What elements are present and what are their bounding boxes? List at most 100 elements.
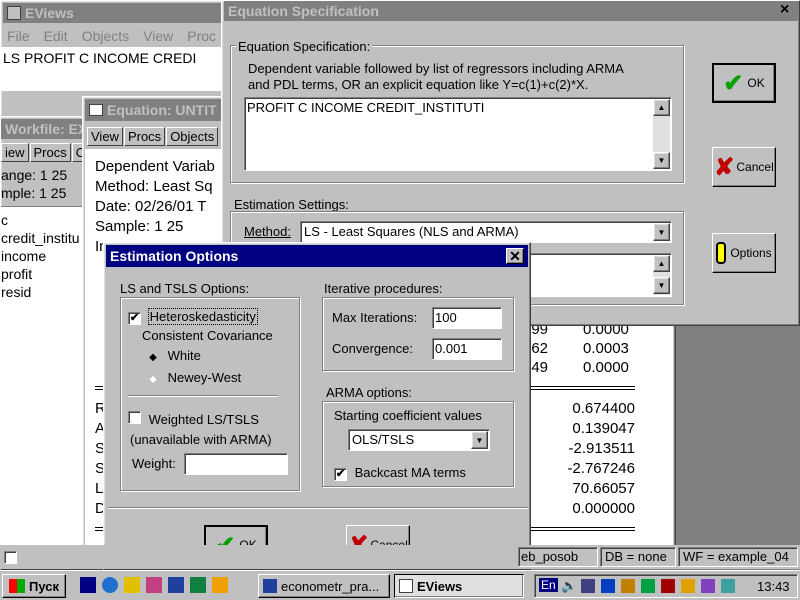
clock[interactable]: 13:43 bbox=[757, 579, 790, 594]
start-coef-value: OLS/TSLS bbox=[352, 432, 415, 447]
status-path: eb_posob bbox=[518, 547, 598, 567]
hetero-label: Heteroskedasticity bbox=[147, 308, 258, 325]
hetero-checkbox-row[interactable]: ✔ Heteroskedasticity bbox=[128, 308, 258, 325]
hetero-checkbox[interactable]: ✔ bbox=[128, 312, 141, 325]
scroll-down-icon[interactable]: ▼ bbox=[653, 152, 670, 169]
volume-icon[interactable]: 🔈 bbox=[561, 578, 577, 594]
method-select[interactable]: LS - Least Squares (NLS and ARMA) ▼ bbox=[300, 221, 672, 243]
tray-icon[interactable] bbox=[721, 579, 735, 593]
equation-text-area[interactable]: PROFIT C INCOME CREDIT_INSTITUTI ▲ ▼ bbox=[244, 97, 672, 171]
spec-cancel-button[interactable]: ✘ Cancel bbox=[712, 147, 776, 187]
stats-values: 0.674400 0.139047 -2.913511 -2.767246 70… bbox=[523, 399, 635, 519]
quicklaunch-icon[interactable] bbox=[124, 577, 140, 593]
newey-radio-row[interactable]: ◆ Newey-West bbox=[148, 370, 241, 385]
stat-value: -2.767246 bbox=[567, 460, 635, 477]
max-iter-input[interactable]: 100 bbox=[432, 307, 502, 329]
eviews-title: EViews bbox=[25, 5, 74, 21]
quicklaunch-icon[interactable] bbox=[212, 577, 228, 593]
white-radio-icon[interactable]: ◆ bbox=[148, 352, 158, 363]
eviews-icon bbox=[399, 579, 413, 593]
menu-edit[interactable]: Edit bbox=[44, 28, 68, 44]
object-resid[interactable]: resid bbox=[1, 283, 95, 301]
convergence-input[interactable]: 0.001 bbox=[432, 338, 502, 360]
tray-icon[interactable] bbox=[621, 579, 635, 593]
ls-separator bbox=[128, 395, 278, 397]
options-close-button[interactable]: ✕ bbox=[506, 248, 524, 264]
menu-view[interactable]: View bbox=[143, 28, 173, 44]
close-icon: ✕ bbox=[509, 247, 521, 264]
menu-file[interactable]: File bbox=[7, 28, 30, 44]
stat-value: -2.913511 bbox=[568, 440, 635, 457]
newey-radio-icon[interactable]: ◆ bbox=[148, 374, 158, 385]
weighted-checkbox[interactable] bbox=[128, 411, 141, 424]
stat-value: 70.66057 bbox=[572, 480, 635, 497]
workfile-title: Workfile: EX bbox=[5, 121, 88, 137]
workfile-sample: mple: 1 25 bbox=[1, 185, 67, 201]
workfile-range: ange: 1 25 bbox=[1, 167, 68, 183]
tray-icon[interactable] bbox=[601, 579, 615, 593]
cross-icon: ✘ bbox=[714, 153, 735, 181]
white-label: White bbox=[167, 348, 201, 363]
word-icon[interactable] bbox=[168, 577, 184, 593]
task-econometr[interactable]: econometr_pra... bbox=[258, 574, 390, 598]
tray-icon[interactable] bbox=[701, 579, 715, 593]
workfile-view-button[interactable]: iew bbox=[1, 143, 29, 162]
spec-close-icon[interactable]: × bbox=[780, 1, 789, 19]
excel-icon[interactable] bbox=[190, 577, 206, 593]
quicklaunch-icon[interactable] bbox=[80, 577, 96, 593]
spec-options-button[interactable]: Options bbox=[712, 233, 776, 273]
language-indicator[interactable]: En bbox=[539, 578, 558, 592]
equation-window-icon bbox=[89, 104, 103, 116]
scroll-down-icon[interactable]: ▼ bbox=[653, 277, 670, 294]
equation-objects-button[interactable]: Objects bbox=[166, 127, 219, 146]
windows-logo-icon bbox=[9, 579, 25, 593]
object-profit[interactable]: profit bbox=[1, 265, 95, 283]
convergence-label: Convergence: bbox=[332, 341, 413, 356]
chevron-down-icon[interactable]: ▼ bbox=[471, 431, 488, 449]
start-coef-label: Starting coefficient values bbox=[334, 408, 482, 423]
workfile-object-list[interactable]: c credit_institu income profit resid bbox=[1, 206, 95, 545]
ie-icon[interactable] bbox=[102, 577, 118, 593]
command-window[interactable]: LS PROFIT C INCOME CREDI bbox=[1, 47, 229, 91]
tray-icon[interactable] bbox=[581, 579, 595, 593]
status-db: DB = none bbox=[600, 547, 676, 567]
start-button[interactable]: Пуск bbox=[2, 574, 66, 598]
weighted-checkbox-row[interactable]: Weighted LS/TSLS bbox=[128, 411, 259, 427]
weight-input[interactable] bbox=[184, 453, 288, 475]
menu-objects[interactable]: Objects bbox=[82, 28, 129, 44]
white-radio-row[interactable]: ◆ White bbox=[148, 348, 201, 363]
spec-group-label: Equation Specification: bbox=[236, 39, 373, 54]
spec-ok-button[interactable]: ✔ OK bbox=[712, 63, 776, 103]
tray-icon[interactable] bbox=[641, 579, 655, 593]
newey-label: Newey-West bbox=[167, 370, 242, 385]
start-coef-select[interactable]: OLS/TSLS ▼ bbox=[348, 429, 490, 451]
tray-icon[interactable] bbox=[661, 579, 675, 593]
quicklaunch-icon[interactable] bbox=[146, 577, 162, 593]
object-c[interactable]: c bbox=[1, 211, 95, 229]
equation-scrollbar[interactable]: ▲ ▼ bbox=[653, 99, 670, 169]
eviews-app-icon bbox=[7, 6, 21, 20]
tray-icon[interactable] bbox=[681, 579, 695, 593]
settings-scrollbar[interactable]: ▲ ▼ bbox=[653, 255, 670, 295]
chevron-down-icon[interactable]: ▼ bbox=[653, 223, 670, 241]
object-income[interactable]: income bbox=[1, 247, 95, 265]
equation-view-button[interactable]: View bbox=[87, 127, 123, 146]
settings-label: Estimation Settings: bbox=[234, 197, 349, 212]
spec-title: Equation Specification bbox=[228, 3, 379, 19]
backcast-checkbox[interactable]: ✔ bbox=[334, 468, 347, 481]
equation-procs-button[interactable]: Procs bbox=[123, 127, 166, 146]
scroll-up-icon[interactable]: ▲ bbox=[653, 255, 670, 272]
eviews-statusbar: eb_posob DB = none WF = example_04 bbox=[0, 545, 800, 569]
menu-proc[interactable]: Proc bbox=[187, 28, 216, 44]
options-titlebar: Estimation Options bbox=[106, 245, 528, 267]
equation-titlebar: Equation: UNTIT bbox=[85, 99, 235, 121]
workfile-procs-button[interactable]: Procs bbox=[29, 143, 71, 162]
task-eviews[interactable]: EViews bbox=[394, 574, 524, 598]
status-wf: WF = example_04 bbox=[678, 547, 798, 567]
object-credit-institu[interactable]: credit_institu bbox=[1, 229, 95, 247]
arma-group-label: ARMA options: bbox=[326, 385, 412, 400]
scroll-up-icon[interactable]: ▲ bbox=[653, 99, 670, 116]
stat-value: 0.139047 bbox=[572, 420, 635, 437]
backcast-checkbox-row[interactable]: ✔ Backcast MA terms bbox=[334, 465, 466, 481]
method-label: Method: bbox=[244, 224, 291, 239]
